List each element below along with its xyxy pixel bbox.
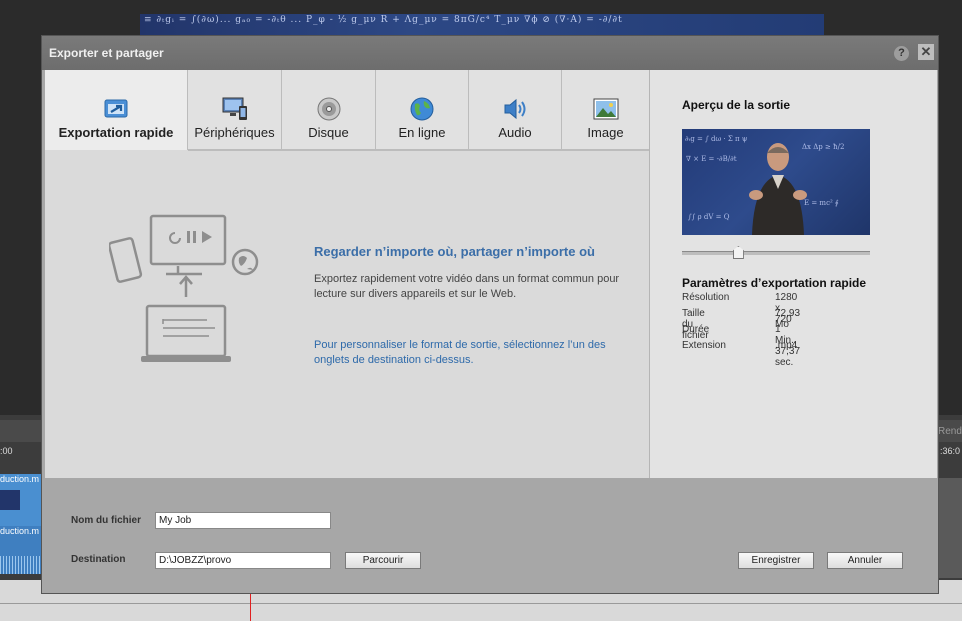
destination-input[interactable] bbox=[155, 552, 331, 569]
tab-label: Audio bbox=[498, 125, 532, 140]
clip-thumbnail bbox=[0, 490, 20, 510]
tab-audio[interactable]: Audio bbox=[469, 70, 562, 150]
timeline-audio-clip[interactable]: duction.m bbox=[0, 526, 42, 574]
cancel-button[interactable]: Annuler bbox=[827, 552, 903, 569]
speaker-icon bbox=[504, 98, 526, 120]
presenter-figure bbox=[749, 143, 807, 235]
export-devices-illustration bbox=[109, 214, 259, 362]
tab-label: Disque bbox=[308, 125, 349, 140]
export-dialog: Exporter et partager ? ✕ Exportation rap… bbox=[42, 36, 938, 593]
disc-icon bbox=[317, 97, 340, 121]
clip-label: duction.m bbox=[0, 474, 40, 484]
param-value: .mp4 bbox=[775, 340, 798, 351]
quick-export-icon bbox=[104, 99, 128, 118]
tab-label: Image bbox=[587, 125, 624, 140]
timeline-track-right bbox=[937, 478, 962, 578]
export-params-title: Paramètres d’exportation rapide bbox=[682, 276, 867, 290]
preview-scrubber-track[interactable] bbox=[682, 251, 870, 255]
close-button[interactable]: ✕ bbox=[918, 44, 934, 60]
output-preview-panel: Aperçu de la sortie ∂ₜg = ∫ dω · Σ π ψ ∇… bbox=[649, 70, 937, 478]
tab-online[interactable]: En ligne bbox=[376, 70, 469, 150]
clip-label: duction.m bbox=[0, 526, 40, 536]
filename-input[interactable] bbox=[155, 512, 331, 529]
content-headline: Regarder n’importe où, partager n’import… bbox=[314, 244, 595, 259]
content-description: Exportez rapidement votre vidéo dans un … bbox=[314, 273, 620, 300]
help-button[interactable]: ? bbox=[894, 46, 909, 61]
tab-devices[interactable]: Périphériques bbox=[188, 70, 282, 150]
devices-icon bbox=[222, 97, 247, 120]
browse-button[interactable]: Parcourir bbox=[345, 552, 421, 569]
dialog-title: Exporter et partager bbox=[49, 46, 164, 60]
quick-export-content: Regarder n’importe où, partager n’import… bbox=[45, 150, 649, 478]
image-icon bbox=[593, 98, 618, 120]
destination-label: Destination bbox=[71, 554, 126, 565]
preview-title: Aperçu de la sortie bbox=[682, 98, 791, 112]
timeline-time-right: :36:0 bbox=[940, 446, 961, 456]
tab-quick-export[interactable]: Exportation rapide bbox=[45, 70, 188, 150]
tab-label: Exportation rapide bbox=[58, 125, 174, 140]
param-key: Résolution bbox=[682, 292, 730, 303]
preview-scrubber-thumb[interactable] bbox=[732, 246, 744, 259]
tab-image[interactable]: Image bbox=[562, 70, 649, 150]
globe-icon bbox=[410, 97, 434, 121]
background-video-frame: ≡ ∂ₜgᵢ = ∫(∂ω)... gₐ₀ = -∂ₜθ ... P_φ - ½… bbox=[140, 14, 824, 36]
tab-label: Périphériques bbox=[194, 125, 275, 140]
preview-video: ∂ₜg = ∫ dω · Σ π ψ ∇ × E = -∂B/∂t Δx Δp … bbox=[682, 129, 870, 235]
timeline-video-clip[interactable]: duction.m bbox=[0, 474, 42, 526]
background-formula: ≡ ∂ₜgᵢ = ∫(∂ω)... gₐ₀ = -∂ₜθ ... P_φ - ½… bbox=[144, 15, 623, 25]
tab-disc[interactable]: Disque bbox=[282, 70, 376, 150]
dialog-titlebar[interactable]: Exporter et partager ? ✕ bbox=[42, 36, 938, 70]
param-key: Durée bbox=[682, 324, 710, 335]
tab-label: En ligne bbox=[398, 125, 446, 140]
audio-waveform bbox=[0, 556, 42, 574]
export-main-panel: Exportation rapide Périphériques Disque … bbox=[45, 70, 649, 478]
timeline-time-left: :00 bbox=[0, 446, 13, 456]
render-label: Rendu bbox=[938, 426, 962, 437]
content-note: Pour personnaliser le format de sortie, … bbox=[314, 339, 606, 366]
save-button[interactable]: Enregistrer bbox=[738, 552, 814, 569]
timeline-playhead[interactable] bbox=[250, 592, 251, 621]
param-key: Extension bbox=[682, 340, 726, 351]
filename-label: Nom du fichier bbox=[71, 515, 142, 526]
destination-tabs: Exportation rapide Périphériques Disque … bbox=[45, 70, 649, 150]
